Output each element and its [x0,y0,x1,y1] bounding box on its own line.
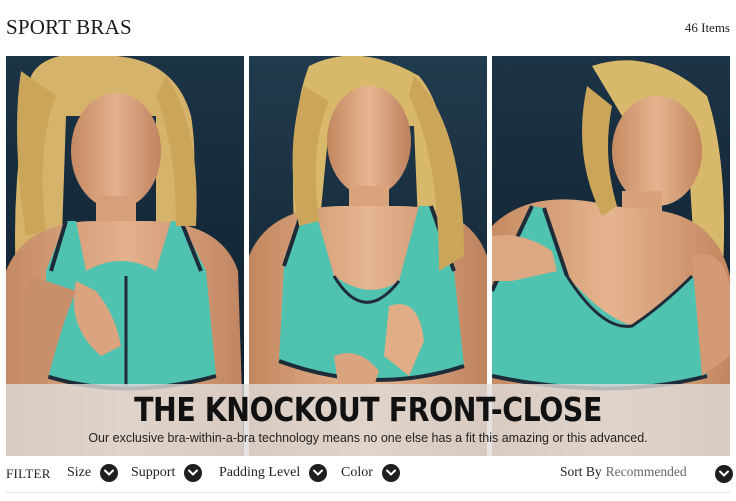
filter-color[interactable]: Color [341,464,400,482]
page-header: SPORT BRAS 46 Items [0,0,736,56]
filter-bar: FILTER Size Support Padding Level Color … [0,456,736,492]
chevron-down-icon[interactable] [184,464,203,482]
sort-label: Sort By [560,464,602,479]
filter-size[interactable]: Size [67,464,119,482]
hero-subline: Our exclusive bra-within-a-bra technolog… [88,431,648,445]
hero-banner[interactable]: THE KNOCKOUT FRONT-CLOSE Our exclusive b… [6,56,730,456]
sort-value: Recommended [605,464,687,479]
page-title: SPORT BRAS [6,15,132,39]
chevron-down-icon[interactable] [309,464,328,482]
filter-support-label: Support [131,465,176,480]
filter-label: FILTER [6,466,51,481]
filter-size-label: Size [67,465,92,480]
filter-support[interactable]: Support [131,464,203,482]
divider [6,492,730,493]
filter-padding-level-label: Padding Level [219,465,301,480]
item-count: 46 Items [684,20,730,35]
filter-padding-level[interactable]: Padding Level [219,464,328,482]
chevron-down-icon[interactable] [381,464,400,482]
chevron-down-icon[interactable] [100,464,119,482]
filter-color-label: Color [341,465,373,480]
sort-dropdown[interactable]: Sort By Recommended [560,464,687,480]
chevron-down-icon[interactable] [715,465,733,483]
hero-headline: THE KNOCKOUT FRONT-CLOSE [134,390,602,429]
